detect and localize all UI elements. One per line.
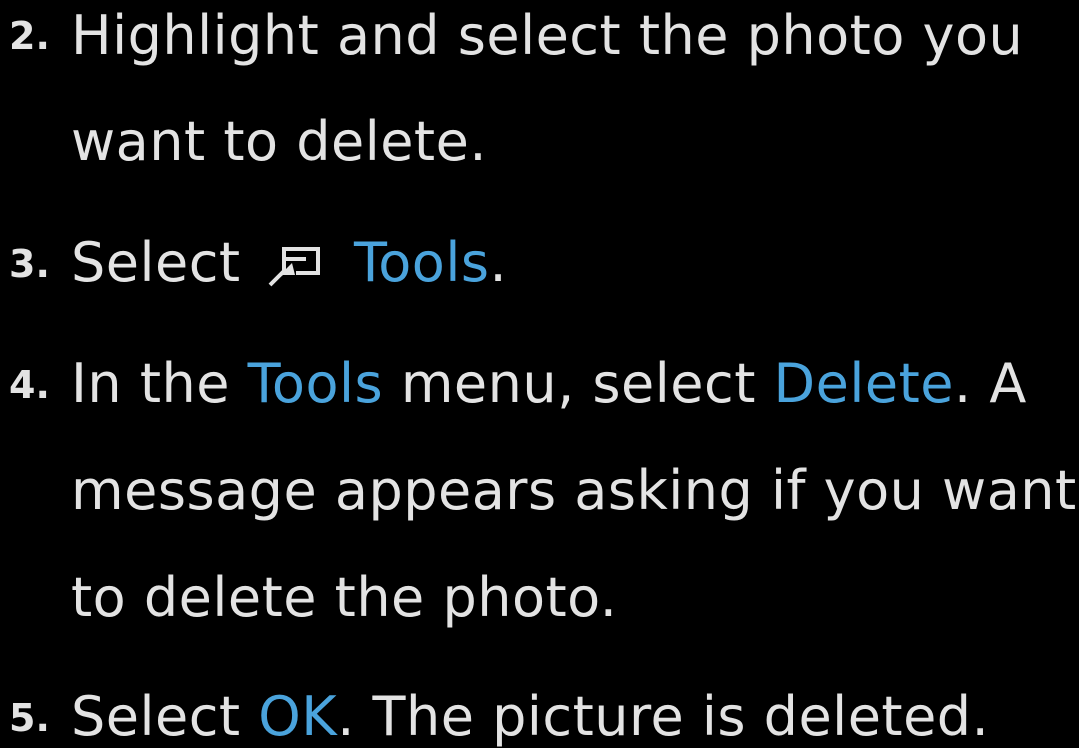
step-text-line: message appears asking if you want <box>71 459 1077 522</box>
step-text: . <box>489 231 508 294</box>
step-text-line: want to delete. <box>71 110 487 173</box>
step-text-line: to delete the photo. <box>71 566 618 629</box>
step-text-line: Select Tools. <box>71 236 507 290</box>
step-text: menu, select <box>400 352 756 415</box>
delete-term: Delete <box>773 352 954 415</box>
step-text: . A <box>953 352 1027 415</box>
step-number: 3. <box>9 242 50 286</box>
tools-term: Tools <box>353 231 490 294</box>
step-text-line: In the Tools menu, select Delete. A <box>71 357 1027 411</box>
step-text: In the <box>71 352 230 415</box>
step-number: 4. <box>9 363 50 407</box>
step-number: 5. <box>9 696 50 740</box>
step-number: 2. <box>9 14 50 58</box>
step-text-line: Highlight and select the photo you <box>71 4 1024 67</box>
step-text-line: Select OK. The picture is deleted. <box>71 690 989 744</box>
step-text: Select <box>71 231 241 294</box>
step-text: . The picture is deleted. <box>337 685 990 748</box>
step-text: Select <box>71 685 241 748</box>
tools-term: Tools <box>247 352 384 415</box>
ok-term: OK <box>258 685 338 748</box>
tools-remote-button-icon <box>264 239 326 289</box>
